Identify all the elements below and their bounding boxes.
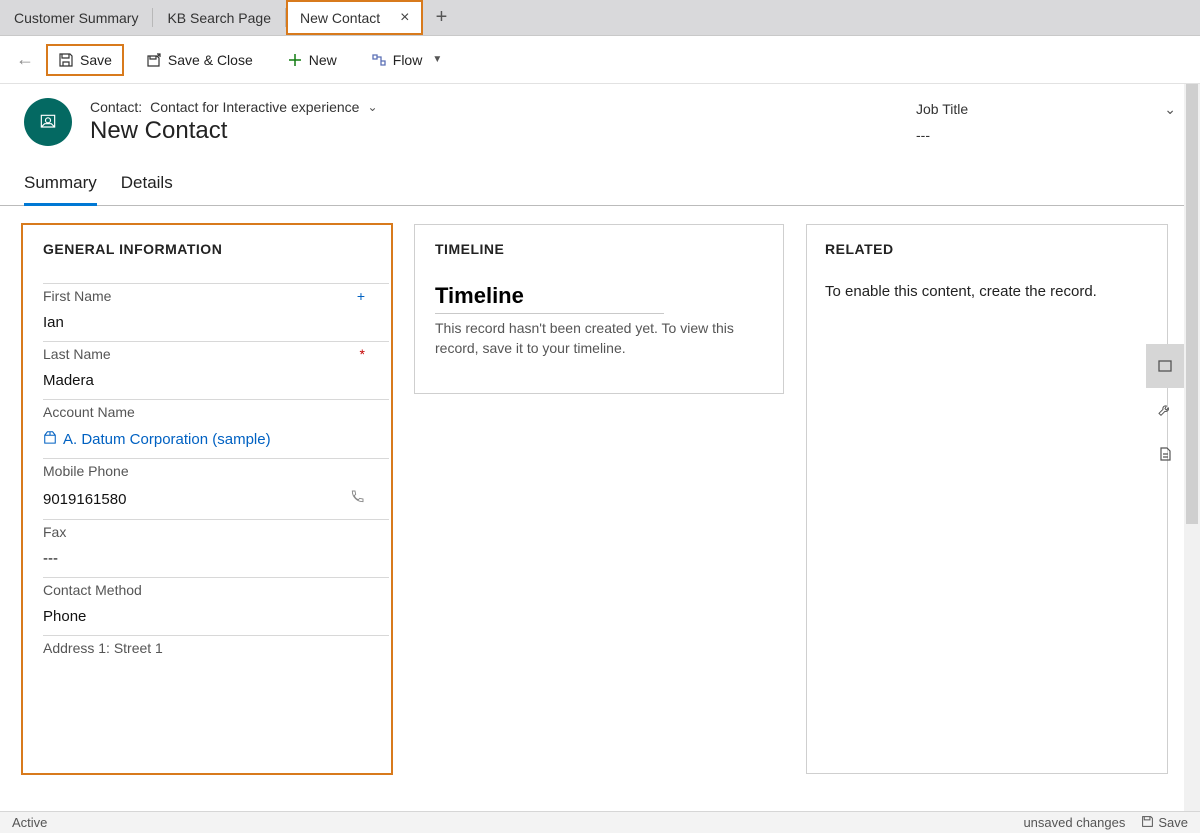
related-panel: RELATED To enable this content, create t…: [806, 224, 1168, 774]
statusbar-save-label: Save: [1158, 815, 1188, 830]
rail-document-icon[interactable]: [1146, 432, 1184, 476]
panel-heading: TIMELINE: [435, 241, 763, 257]
new-tab-button[interactable]: +: [423, 0, 459, 35]
new-button[interactable]: New: [277, 46, 347, 74]
save-close-label: Save & Close: [168, 52, 253, 68]
field-label: Last Name: [43, 346, 111, 362]
status-bar: Active unsaved changes Save: [0, 811, 1200, 833]
save-label: Save: [80, 52, 112, 68]
right-rail: [1146, 344, 1184, 476]
header-attr-label: Job Title: [916, 101, 968, 117]
form-tabs: Summary Details: [0, 161, 1200, 206]
statusbar-save-button[interactable]: Save: [1141, 815, 1188, 831]
flow-label: Flow: [393, 52, 423, 68]
field-label: Fax: [43, 524, 66, 540]
save-close-button[interactable]: Save & Close: [136, 46, 263, 74]
close-icon[interactable]: ×: [400, 10, 409, 26]
scrollbar-thumb[interactable]: [1186, 84, 1198, 524]
flow-button[interactable]: Flow ▼: [361, 46, 452, 74]
tab-new-contact[interactable]: New Contact ×: [286, 0, 424, 35]
new-label: New: [309, 52, 337, 68]
tab-details[interactable]: Details: [121, 161, 173, 205]
panels-row: GENERAL INFORMATION First Name + Ian Last…: [0, 206, 1200, 792]
field-value[interactable]: A. Datum Corporation (sample): [63, 431, 271, 448]
phone-icon[interactable]: [349, 489, 365, 509]
chevron-down-icon: ▼: [432, 54, 442, 65]
tab-label: KB Search Page: [167, 10, 271, 26]
plus-icon: [287, 52, 303, 68]
field-contact-method[interactable]: Contact Method Phone: [43, 578, 389, 636]
field-label: First Name: [43, 288, 111, 304]
tab-kb-search[interactable]: KB Search Page: [153, 0, 285, 35]
record-header: Contact: Contact for Interactive experie…: [0, 84, 1200, 161]
required-icon: *: [360, 346, 365, 362]
save-close-icon: [146, 52, 162, 68]
page-tab-bar: Customer Summary KB Search Page New Cont…: [0, 0, 1200, 36]
related-message: To enable this content, create the recor…: [825, 283, 1149, 300]
flow-icon: [371, 52, 387, 68]
form-type: Contact for Interactive experience: [150, 99, 359, 115]
field-label: Contact Method: [43, 582, 142, 598]
content-area: Contact: Contact for Interactive experie…: [0, 84, 1200, 833]
status-unsaved: unsaved changes: [1023, 815, 1125, 830]
panel-heading: RELATED: [825, 241, 1149, 257]
field-fax[interactable]: Fax ---: [43, 520, 389, 578]
field-last-name[interactable]: Last Name * Madera: [43, 342, 389, 400]
chevron-down-icon[interactable]: ⌄: [367, 100, 377, 114]
field-first-name[interactable]: First Name + Ian: [43, 283, 389, 342]
field-value[interactable]: Ian: [43, 314, 365, 337]
command-bar: ← Save Save & Close New Flow ▼: [0, 36, 1200, 84]
tab-label: Details: [121, 173, 173, 192]
field-mobile-phone[interactable]: Mobile Phone 9019161580: [43, 459, 389, 520]
field-label: Address 1: Street 1: [43, 640, 163, 656]
tab-label: Summary: [24, 173, 97, 192]
save-icon: [1141, 815, 1154, 831]
rail-wrench-icon[interactable]: [1146, 388, 1184, 432]
back-button[interactable]: ←: [16, 49, 34, 70]
field-account-name[interactable]: Account Name A. Datum Corporation (sampl…: [43, 400, 389, 459]
save-icon: [58, 52, 74, 68]
rail-panel-icon[interactable]: [1146, 344, 1184, 388]
timeline-title: Timeline: [435, 283, 664, 314]
form-type-prefix: Contact:: [90, 99, 142, 115]
status-left: Active: [12, 815, 47, 830]
vertical-scrollbar[interactable]: [1184, 84, 1200, 833]
field-value[interactable]: ---: [43, 550, 365, 573]
chevron-down-icon[interactable]: ⌄: [1164, 101, 1176, 143]
field-label: Account Name: [43, 404, 135, 420]
contact-avatar: [24, 98, 72, 146]
field-address1[interactable]: Address 1: Street 1: [43, 636, 389, 660]
recommended-icon: +: [357, 288, 365, 304]
field-value[interactable]: 9019161580: [43, 491, 126, 508]
lookup-icon: [43, 430, 57, 448]
record-title: New Contact: [90, 117, 898, 145]
tab-summary[interactable]: Summary: [24, 161, 97, 205]
field-value[interactable]: Phone: [43, 608, 365, 631]
header-attr-value[interactable]: ---: [916, 127, 968, 143]
general-info-panel: GENERAL INFORMATION First Name + Ian Last…: [22, 224, 392, 774]
field-label: Mobile Phone: [43, 463, 129, 479]
field-value[interactable]: Madera: [43, 372, 365, 395]
save-button[interactable]: Save: [48, 46, 122, 74]
tab-label: Customer Summary: [14, 10, 138, 26]
tab-customer-summary[interactable]: Customer Summary: [0, 0, 152, 35]
timeline-message: This record hasn't been created yet. To …: [435, 318, 763, 359]
panel-heading: GENERAL INFORMATION: [43, 241, 389, 257]
tab-label: New Contact: [300, 10, 380, 26]
timeline-panel: TIMELINE Timeline This record hasn't bee…: [414, 224, 784, 394]
